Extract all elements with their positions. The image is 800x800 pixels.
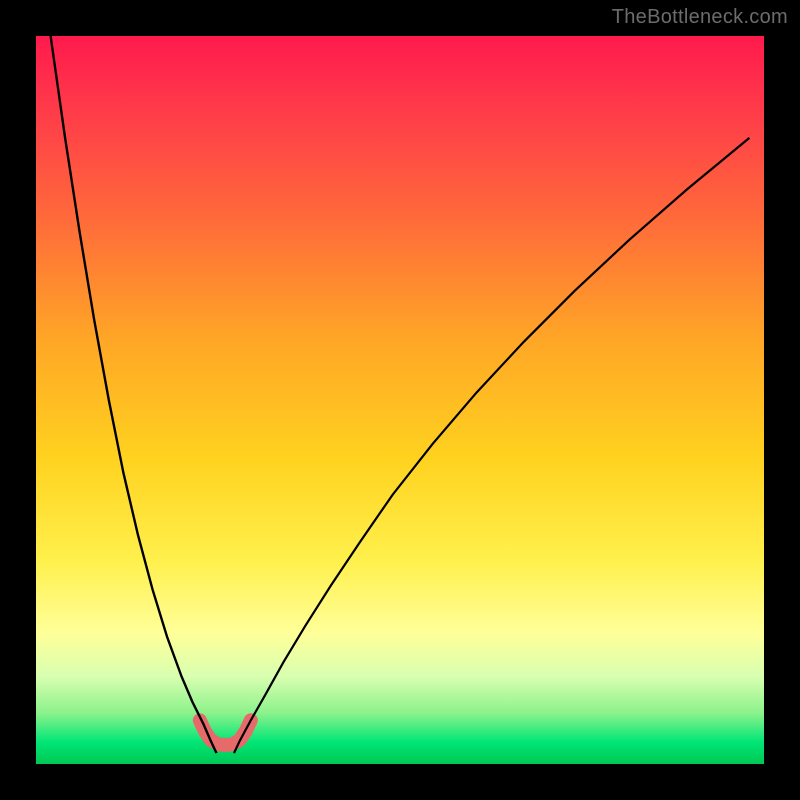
right-branch-line [234, 138, 749, 753]
watermark-label: TheBottleneck.com [612, 6, 788, 29]
left-branch-line [51, 36, 217, 753]
chart-frame: TheBottleneck.com [0, 0, 800, 800]
curve-layer [36, 36, 764, 764]
